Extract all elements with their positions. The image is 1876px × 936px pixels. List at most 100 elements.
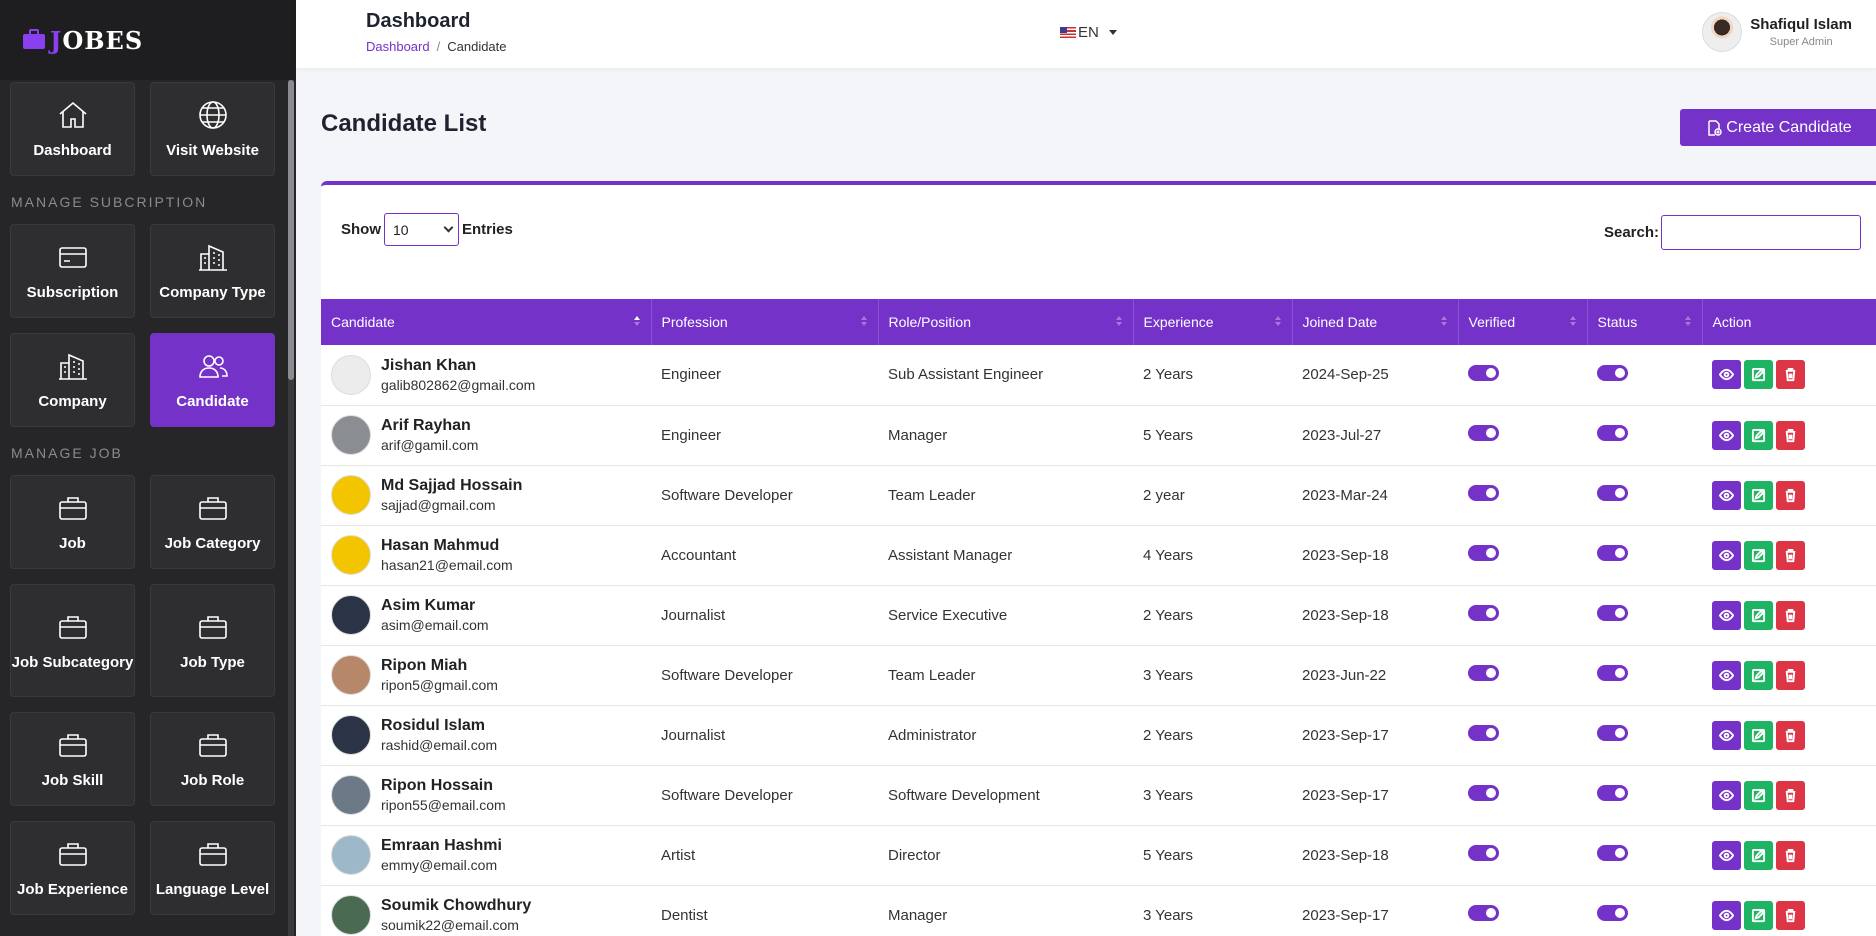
view-button[interactable] [1712, 420, 1741, 450]
sidebar-item-job-skill[interactable]: Job Skill [10, 712, 135, 806]
candidate-name[interactable]: Soumik Chowdhury [381, 896, 531, 916]
candidate-name[interactable]: Jishan Khan [381, 356, 535, 376]
edit-button[interactable] [1744, 660, 1773, 690]
sidebar-item-job-role[interactable]: Job Role [150, 712, 275, 806]
trash-icon [1785, 848, 1796, 862]
status-toggle[interactable] [1597, 845, 1628, 861]
delete-button[interactable] [1776, 780, 1805, 810]
table-body: Jishan Khan galib802862@gmail.com Engineer… [321, 345, 1876, 936]
verified-toggle[interactable] [1468, 425, 1499, 441]
verified-toggle[interactable] [1468, 364, 1499, 381]
view-button[interactable] [1712, 780, 1741, 810]
sidebar-item-visit-website[interactable]: Visit Website [150, 82, 275, 176]
column-header-role[interactable]: Role/Position [878, 299, 1134, 345]
candidate-name[interactable]: Rosidul Islam [381, 716, 497, 736]
candidate-name[interactable]: Ripon Miah [381, 656, 498, 676]
language-selector[interactable]: EN [1060, 24, 1117, 41]
candidate-name[interactable]: Asim Kumar [381, 596, 489, 616]
verified-toggle[interactable] [1468, 845, 1499, 861]
briefcase-icon [58, 497, 87, 520]
delete-button[interactable] [1776, 720, 1805, 750]
sidebar-item-job-category[interactable]: Job Category [150, 475, 275, 569]
delete-button[interactable] [1776, 360, 1805, 390]
sidebar-item-job[interactable]: Job [10, 475, 135, 569]
edit-button[interactable] [1744, 420, 1773, 450]
candidate-name[interactable]: Arif Rayhan [381, 416, 478, 436]
column-header-status[interactable]: Status [1587, 299, 1703, 345]
view-button[interactable] [1712, 360, 1741, 390]
column-header-joined-date[interactable]: Joined Date [1292, 299, 1459, 345]
delete-button[interactable] [1776, 480, 1805, 510]
status-toggle[interactable] [1597, 425, 1628, 441]
delete-button[interactable] [1776, 420, 1805, 450]
edit-button[interactable] [1744, 840, 1773, 870]
status-toggle[interactable] [1597, 485, 1628, 501]
column-header-profession[interactable]: Profession [651, 299, 879, 345]
sidebar-item-language-level[interactable]: Language Level [150, 821, 275, 915]
verified-toggle[interactable] [1468, 785, 1499, 801]
entries-select[interactable]: 10 [384, 213, 459, 246]
verified-toggle[interactable] [1468, 905, 1499, 921]
cell-action [1702, 705, 1876, 765]
status-toggle[interactable] [1597, 665, 1628, 681]
verified-toggle[interactable] [1468, 665, 1499, 681]
create-candidate-button[interactable]: Create Candidate [1680, 109, 1876, 146]
sidebar-item-dashboard[interactable]: Dashboard [10, 82, 135, 176]
breadcrumb-link-dashboard[interactable]: Dashboard [366, 39, 430, 54]
sidebar-item-company-type[interactable]: Company Type [150, 224, 275, 318]
cell-candidate: Asim Kumar asim@email.com [321, 585, 651, 645]
candidate-name[interactable]: Ripon Hossain [381, 776, 506, 796]
edit-button[interactable] [1744, 540, 1773, 570]
delete-button[interactable] [1776, 600, 1805, 630]
edit-button[interactable] [1744, 720, 1773, 750]
search-input[interactable] [1661, 215, 1861, 250]
edit-button[interactable] [1744, 480, 1773, 510]
column-header-verified[interactable]: Verified [1458, 299, 1588, 345]
sidebar-item-job-experience[interactable]: Job Experience [10, 821, 135, 915]
verified-toggle[interactable] [1468, 485, 1499, 501]
verified-toggle[interactable] [1468, 725, 1499, 741]
status-toggle[interactable] [1597, 364, 1628, 381]
cell-joined-date: 2023-Jun-22 [1302, 666, 1387, 684]
delete-button[interactable] [1776, 840, 1805, 870]
delete-button[interactable] [1776, 540, 1805, 570]
sidebar-top-grid: Dashboard Visit Website [10, 82, 296, 176]
column-header-candidate[interactable]: Candidate [321, 299, 652, 345]
edit-button[interactable] [1744, 900, 1773, 930]
sidebar-item-company[interactable]: Company [10, 333, 135, 427]
status-toggle[interactable] [1597, 545, 1628, 561]
sidebar-item-candidate[interactable]: Candidate [150, 333, 275, 427]
sidebar-item-job-type[interactable]: Job Type [150, 584, 275, 697]
status-toggle[interactable] [1597, 605, 1628, 621]
tile-label: Job [59, 535, 86, 552]
status-toggle[interactable] [1597, 725, 1628, 741]
view-button[interactable] [1712, 540, 1741, 570]
edit-button[interactable] [1744, 600, 1773, 630]
view-button[interactable] [1712, 480, 1741, 510]
view-button[interactable] [1712, 840, 1741, 870]
view-button[interactable] [1712, 600, 1741, 630]
trash-icon [1785, 488, 1796, 502]
status-toggle[interactable] [1597, 785, 1628, 801]
user-menu[interactable]: Shafiqul Islam Super Admin [1702, 12, 1852, 52]
view-button[interactable] [1712, 900, 1741, 930]
sidebar-item-job-subcategory[interactable]: Job Subcategory [10, 584, 135, 697]
delete-button[interactable] [1776, 660, 1805, 690]
edit-button[interactable] [1744, 780, 1773, 810]
briefcase-icon [58, 734, 87, 757]
status-toggle[interactable] [1597, 905, 1628, 921]
column-header-experience[interactable]: Experience [1133, 299, 1293, 345]
verified-toggle[interactable] [1468, 605, 1499, 621]
edit-button[interactable] [1744, 360, 1773, 390]
delete-button[interactable] [1776, 900, 1805, 930]
view-button[interactable] [1712, 660, 1741, 690]
verified-toggle[interactable] [1468, 545, 1499, 561]
brand-logo[interactable]: J OBES [0, 0, 296, 80]
candidate-name[interactable]: Emraan Hashmi [381, 836, 502, 856]
view-button[interactable] [1712, 720, 1741, 750]
cell-profession: Engineer [661, 426, 722, 444]
tile-label: Job Type [180, 653, 245, 671]
sidebar-item-subscription[interactable]: Subscription [10, 224, 135, 318]
candidate-name[interactable]: Hasan Mahmud [381, 536, 513, 556]
candidate-name[interactable]: Md Sajjad Hossain [381, 476, 522, 496]
